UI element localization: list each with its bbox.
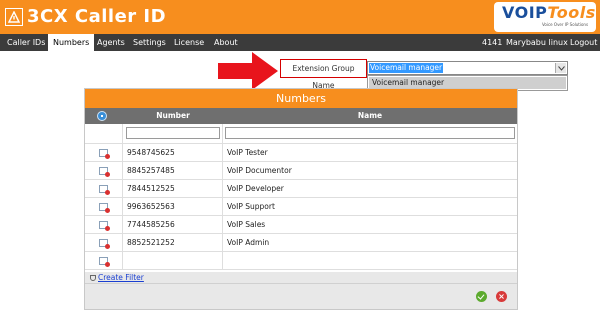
app-logo: 3CX Caller ID: [5, 6, 166, 28]
number-cell: [123, 252, 223, 269]
number-cell: 8852521252: [123, 234, 223, 251]
name-value: VoIP Admin: [227, 238, 270, 247]
user-extension: 4141: [482, 38, 503, 47]
number-cell: 9963652563: [123, 198, 223, 215]
name-cell: VoIP Documentor: [223, 162, 517, 179]
row-icon-cell: [85, 144, 123, 161]
row-icon-cell: [85, 234, 123, 251]
row-edit-icon[interactable]: [99, 167, 110, 177]
extension-group-selected: Voicemail manager: [369, 63, 444, 73]
filter-cell-number: [123, 124, 223, 143]
filter-row: [85, 124, 517, 144]
name-cell: VoIP Support: [223, 198, 517, 215]
row-edit-icon[interactable]: [99, 221, 110, 231]
row-icon-cell: [85, 198, 123, 215]
user-name: Marybabu linux: [506, 38, 568, 47]
table-row[interactable]: 8852521252 VoIP Admin: [85, 234, 517, 252]
add-icon[interactable]: [97, 111, 107, 121]
number-value: 7844512525: [127, 184, 175, 193]
name-cell: VoIP Developer: [223, 180, 517, 197]
nav-caller-ids[interactable]: Caller IDs: [2, 34, 50, 51]
arrow-pointer-icon: [218, 52, 278, 90]
table-row[interactable]: 7744585256 VoIP Sales: [85, 216, 517, 234]
row-icon-cell: [85, 162, 123, 179]
number-value: 8852521252: [127, 238, 175, 247]
name-value: VoIP Tester: [227, 148, 268, 157]
name-cell: VoIP Tester: [223, 144, 517, 161]
row-edit-icon[interactable]: [99, 149, 110, 159]
name-value: VoIP Developer: [227, 184, 284, 193]
number-value: 9548745625: [127, 148, 175, 157]
row-edit-icon[interactable]: [99, 257, 110, 267]
row-edit-icon[interactable]: [99, 203, 110, 213]
number-value: 8845257485: [127, 166, 175, 175]
table-row-empty[interactable]: [85, 252, 517, 270]
nav-numbers[interactable]: Numbers: [48, 34, 95, 51]
numbers-panel: Numbers Number Name 9548745625 VoIP Test…: [84, 88, 518, 310]
nav-license[interactable]: License: [169, 34, 209, 51]
number-cell: 7844512525: [123, 180, 223, 197]
table-row[interactable]: 8845257485 VoIP Documentor: [85, 162, 517, 180]
extension-group-select[interactable]: Voicemail manager: [367, 61, 568, 75]
brand-logo-text: VOIPTools: [502, 3, 596, 22]
ok-icon[interactable]: [476, 291, 487, 302]
panel-footer: ×: [85, 283, 517, 309]
name-value: VoIP Support: [227, 202, 275, 211]
filter-bar: Create Filter: [85, 272, 517, 283]
name-filter-input[interactable]: [225, 127, 515, 139]
row-icon-cell: [85, 180, 123, 197]
row-edit-icon[interactable]: [99, 185, 110, 195]
create-filter-label: Create Filter: [98, 273, 144, 282]
name-cell: VoIP Sales: [223, 216, 517, 233]
number-cell: 7744585256: [123, 216, 223, 233]
column-number[interactable]: Number: [123, 108, 223, 124]
number-cell: 9548745625: [123, 144, 223, 161]
name-cell: VoIP Admin: [223, 234, 517, 251]
create-filter-link[interactable]: Create Filter: [90, 272, 144, 283]
main-nav: Caller IDs Numbers Agents Settings Licen…: [0, 34, 600, 51]
table-header: Number Name: [85, 108, 517, 124]
table-row[interactable]: 9548745625 VoIP Tester: [85, 144, 517, 162]
column-name[interactable]: Name: [223, 108, 517, 124]
cancel-icon[interactable]: ×: [496, 291, 507, 302]
extension-group-label: Extension Group Name: [280, 59, 367, 90]
brand-tagline: Voice Over IP Solutions: [542, 22, 589, 27]
filter-icon: [90, 275, 96, 281]
table-row[interactable]: 7844512525 VoIP Developer: [85, 180, 517, 198]
name-value: VoIP Documentor: [227, 166, 292, 175]
nav-settings[interactable]: Settings: [128, 34, 171, 51]
number-value: 9963652563: [127, 202, 175, 211]
logo-triangle-icon: [5, 8, 23, 26]
name-cell: [223, 252, 517, 269]
row-icon-cell: [85, 252, 123, 269]
number-filter-input[interactable]: [126, 127, 220, 139]
row-icon-cell: [85, 216, 123, 233]
chevron-down-icon[interactable]: [555, 63, 566, 73]
row-edit-icon[interactable]: [99, 239, 110, 249]
filter-cell-name: [223, 124, 517, 143]
logout-link[interactable]: Logout: [570, 34, 597, 51]
table-row[interactable]: 9963652563 VoIP Support: [85, 198, 517, 216]
nav-about[interactable]: About: [209, 34, 243, 51]
app-header: 3CX Caller ID VOIPTools Voice Over IP So…: [0, 0, 600, 34]
brand-logo: VOIPTools Voice Over IP Solutions: [494, 2, 596, 32]
app-title: 3CX Caller ID: [27, 6, 167, 27]
nav-agents[interactable]: Agents: [92, 34, 130, 51]
name-value: VoIP Sales: [227, 220, 266, 229]
number-cell: 8845257485: [123, 162, 223, 179]
filter-cell-empty: [85, 124, 123, 143]
panel-title: Numbers: [85, 89, 517, 108]
number-value: 7744585256: [127, 220, 175, 229]
